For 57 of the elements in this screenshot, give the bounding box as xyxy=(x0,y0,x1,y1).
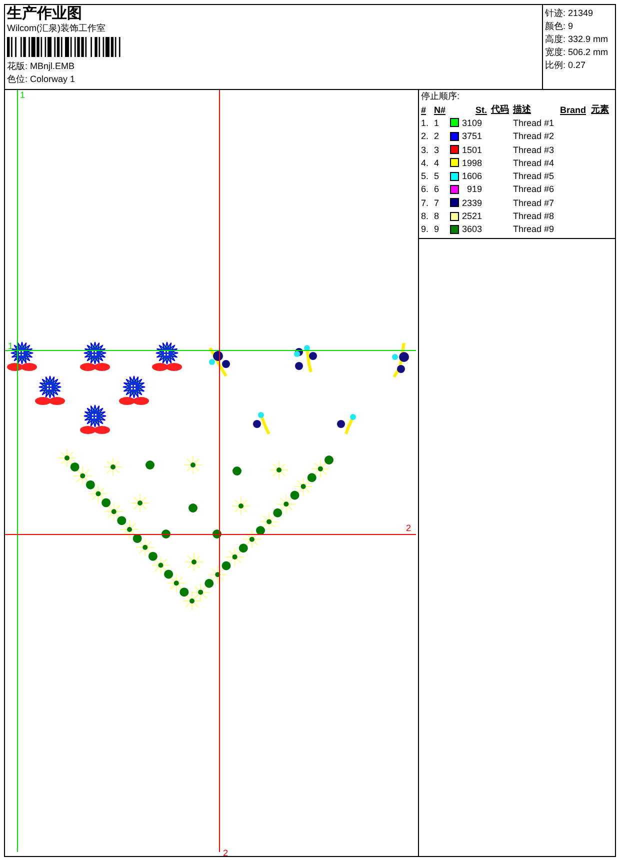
stat-line: 比例: 0.27 xyxy=(545,59,587,72)
table-cell-text: 7. xyxy=(421,198,430,208)
table-cell-text: 4. xyxy=(421,158,430,168)
table-cell-text: Thread #7 xyxy=(513,198,556,208)
table-cell-text: Thread #2 xyxy=(513,131,556,142)
column-header: 代码 xyxy=(490,103,510,116)
guide-label: 1 xyxy=(8,341,14,351)
table-cell: 3751 xyxy=(462,131,482,142)
column-header: N# xyxy=(434,104,447,115)
table-cell-text: 2. xyxy=(421,131,430,142)
table-cell-text: Thread #1 xyxy=(513,118,556,128)
stat-line: 宽度: 506.2 mm xyxy=(545,46,608,59)
stat-line: 颜色: 9 xyxy=(545,20,574,33)
table-cell-text: 3. xyxy=(421,144,430,155)
stat-line: 高度: 332.9 mm xyxy=(545,33,608,46)
table-cell: 1998 xyxy=(462,158,482,168)
table-cell-text: 5. xyxy=(421,171,430,182)
design-field: 色位: Colorway 1 xyxy=(7,73,542,86)
guide-label: 2 xyxy=(406,523,412,533)
table-cell-text: Thread #4 xyxy=(513,158,556,168)
guide-label: 1 xyxy=(20,90,26,100)
table-cell: 2339 xyxy=(462,198,482,208)
table-cell-text: 6 xyxy=(434,184,440,194)
table-cell-text: 919 xyxy=(466,184,482,194)
table-cell-text: 9 xyxy=(434,224,440,234)
worksheet-title: 生产作业图 xyxy=(7,5,83,22)
table-cell: 3603 xyxy=(462,224,482,234)
column-header: St. xyxy=(474,104,487,115)
table-cell-text: 5 xyxy=(434,171,440,182)
column-header: # xyxy=(421,104,428,115)
guide-label: 2 xyxy=(223,848,228,856)
stat-line: 针迹: 21349 xyxy=(545,7,594,20)
table-cell-text: 7 xyxy=(434,198,440,208)
table-cell-text: 4 xyxy=(434,158,440,168)
table-cell-text: Thread #5 xyxy=(513,171,556,182)
table-cell-text: Thread #9 xyxy=(513,224,556,234)
table-cell-text: Thread #8 xyxy=(513,211,556,222)
table-cell: 2521 xyxy=(462,211,482,222)
table-cell-text: 2 xyxy=(434,131,440,142)
table-cell: 1606 xyxy=(462,171,482,182)
studio-name: Wilcom(汇泉)装饰工作室 xyxy=(7,22,106,35)
table-cell-text: 9. xyxy=(421,224,430,234)
column-header: 描述 xyxy=(513,103,532,116)
table-cell-text: 1. xyxy=(421,118,430,128)
table-cell: 3109 xyxy=(462,118,482,128)
design-field: 花版: MBnjl.EMB xyxy=(7,60,542,73)
table-cell-text: 8. xyxy=(421,211,430,222)
table-cell-text: 6. xyxy=(421,184,430,194)
column-header: Brand xyxy=(560,104,588,115)
table-cell-text: 1 xyxy=(434,118,440,128)
table-cell-text: 8 xyxy=(434,211,440,222)
column-header: 元素 xyxy=(591,103,610,116)
stop-sequence-title: 停止顺序: xyxy=(421,90,461,103)
table-cell-text: 3 xyxy=(434,144,440,155)
table-cell-text: Thread #3 xyxy=(513,144,556,155)
table-cell: 1501 xyxy=(462,144,482,155)
table-cell-text: Thread #6 xyxy=(513,184,556,194)
